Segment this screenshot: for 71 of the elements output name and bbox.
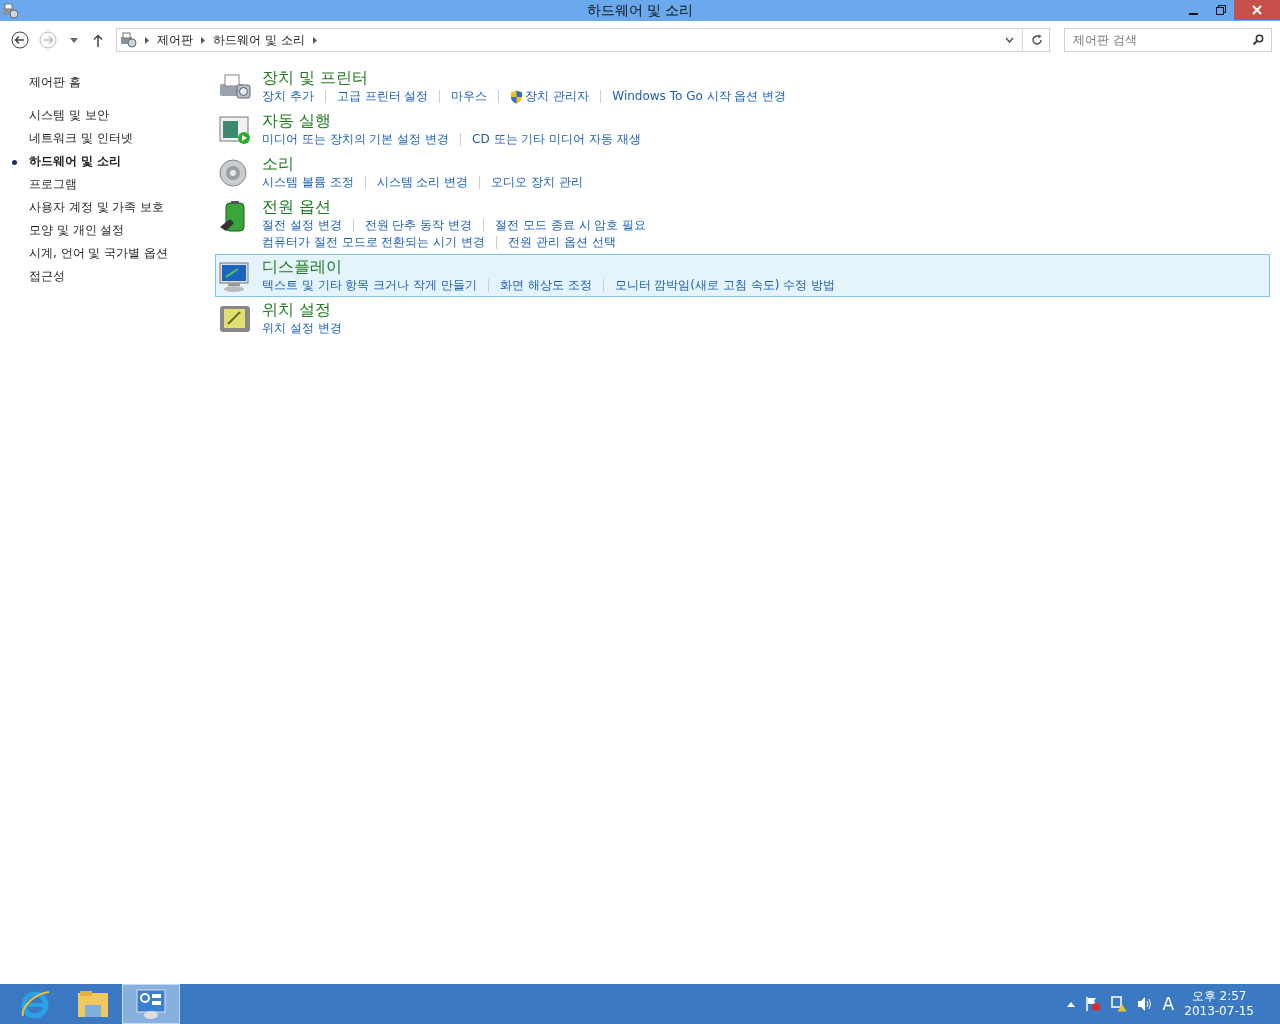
search-icon[interactable] [1252, 34, 1264, 46]
up-arrow-icon [93, 33, 103, 47]
sidebar-item[interactable]: 프로그램 [29, 173, 215, 196]
category-title[interactable]: 장치 및 프린터 [262, 68, 787, 88]
sidebar-item[interactable]: 시스템 및 보안 [29, 104, 215, 127]
sidebar-item[interactable]: 모양 및 개인 설정 [29, 219, 215, 242]
restore-icon [1215, 5, 1226, 15]
clock-date[interactable]: 2013-07-15 [1184, 1004, 1254, 1019]
task-link[interactable]: 장치 관리자 [525, 88, 590, 105]
task-link[interactable]: 고급 프린터 설정 [336, 88, 429, 105]
breadcrumb-item[interactable]: 제어판 [157, 31, 193, 49]
taskbar-button[interactable] [122, 984, 180, 1024]
address-field[interactable]: 제어판 하드웨어 및 소리 [116, 28, 1050, 52]
task-link[interactable]: 시스템 소리 변경 [376, 174, 469, 191]
sidebar-item[interactable]: 접근성 [29, 265, 215, 288]
task-link[interactable]: 컴퓨터가 절전 모드로 전환되는 시기 변경 [262, 234, 486, 251]
chevron-icon [312, 36, 317, 44]
back-button[interactable] [8, 28, 32, 52]
control-panel-icon [135, 988, 167, 1020]
task-link[interactable]: 오디오 장치 관리 [491, 174, 583, 191]
network-warning-icon[interactable] [1110, 996, 1127, 1012]
task-link[interactable]: 절전 설정 변경 [262, 217, 342, 234]
task-link[interactable]: 위치 설정 변경 [262, 320, 342, 337]
task-link[interactable]: 장치 추가 [262, 88, 314, 105]
printer-icon [119, 32, 137, 48]
task-link[interactable]: 전원 단추 동작 변경 [364, 217, 473, 234]
breadcrumb-item[interactable]: 하드웨어 및 소리 [213, 31, 305, 49]
close-button[interactable] [1234, 0, 1280, 20]
category-title[interactable]: 소리 [262, 154, 583, 174]
task-link[interactable]: 전원 관리 옵션 선택 [508, 234, 616, 251]
chevron-icon [145, 36, 149, 44]
printer-icon [218, 72, 252, 102]
dropdown-icon[interactable] [1005, 37, 1014, 43]
sidebar-item[interactable]: 사용자 계정 및 가족 보호 [29, 196, 215, 219]
task-link[interactable]: 절전 모드 종료 시 암호 필요 [495, 217, 647, 234]
sidebar-item[interactable]: 시계, 언어 및 국가별 옵션 [29, 242, 215, 265]
input-method-indicator[interactable]: A [1162, 994, 1175, 1014]
category-title[interactable]: 위치 설정 [262, 300, 342, 320]
refresh-icon[interactable] [1031, 34, 1043, 46]
browser-icon [19, 988, 51, 1020]
window-title: 하드웨어 및 소리 [586, 1, 694, 20]
clock-time[interactable]: 오후 2:57 [1191, 989, 1247, 1004]
task-link[interactable]: 화면 해상도 조정 [499, 277, 592, 294]
task-link[interactable]: Windows To Go 시작 옵션 변경 [612, 88, 787, 105]
shield-icon [510, 89, 524, 104]
category-title[interactable]: 디스플레이 [262, 257, 835, 277]
sidebar-link[interactable]: 제어판 홈 [29, 71, 215, 94]
printer-icon [2, 2, 18, 19]
bullet-icon [12, 160, 17, 165]
folder-icon [77, 989, 109, 1019]
map-device-icon [218, 304, 252, 334]
task-link[interactable]: 마우스 [451, 88, 488, 105]
search-field[interactable]: 제어판 검색 [1064, 28, 1272, 52]
media-player-icon [218, 115, 252, 145]
task-link[interactable]: 미디어 또는 장치의 기본 설정 변경 [262, 131, 450, 148]
caret-up-icon[interactable] [1066, 1001, 1075, 1007]
chevron-icon [201, 36, 205, 44]
flag-icon[interactable] [1084, 996, 1101, 1012]
sidebar-item[interactable]: 하드웨어 및 소리 [29, 150, 215, 173]
sidebar-item[interactable]: 네트워크 및 인터넷 [29, 127, 215, 150]
category-title[interactable]: 전원 옵션 [262, 197, 647, 217]
task-link[interactable]: CD 또는 기타 미디어 자동 재생 [472, 131, 641, 148]
task-link[interactable]: 모니터 깜박임(새로 고침 속도) 수정 방법 [614, 277, 835, 294]
category-title[interactable]: 자동 실행 [262, 111, 641, 131]
task-link[interactable]: 텍스트 및 기타 항목 크거나 작게 만들기 [262, 277, 477, 294]
caret-icon [70, 37, 78, 43]
close-icon [1252, 5, 1262, 15]
monitor-icon [218, 261, 252, 293]
volume-icon[interactable] [1136, 996, 1153, 1012]
task-link[interactable]: 시스템 볼륨 조정 [262, 174, 354, 191]
minimize-icon [1189, 12, 1198, 15]
